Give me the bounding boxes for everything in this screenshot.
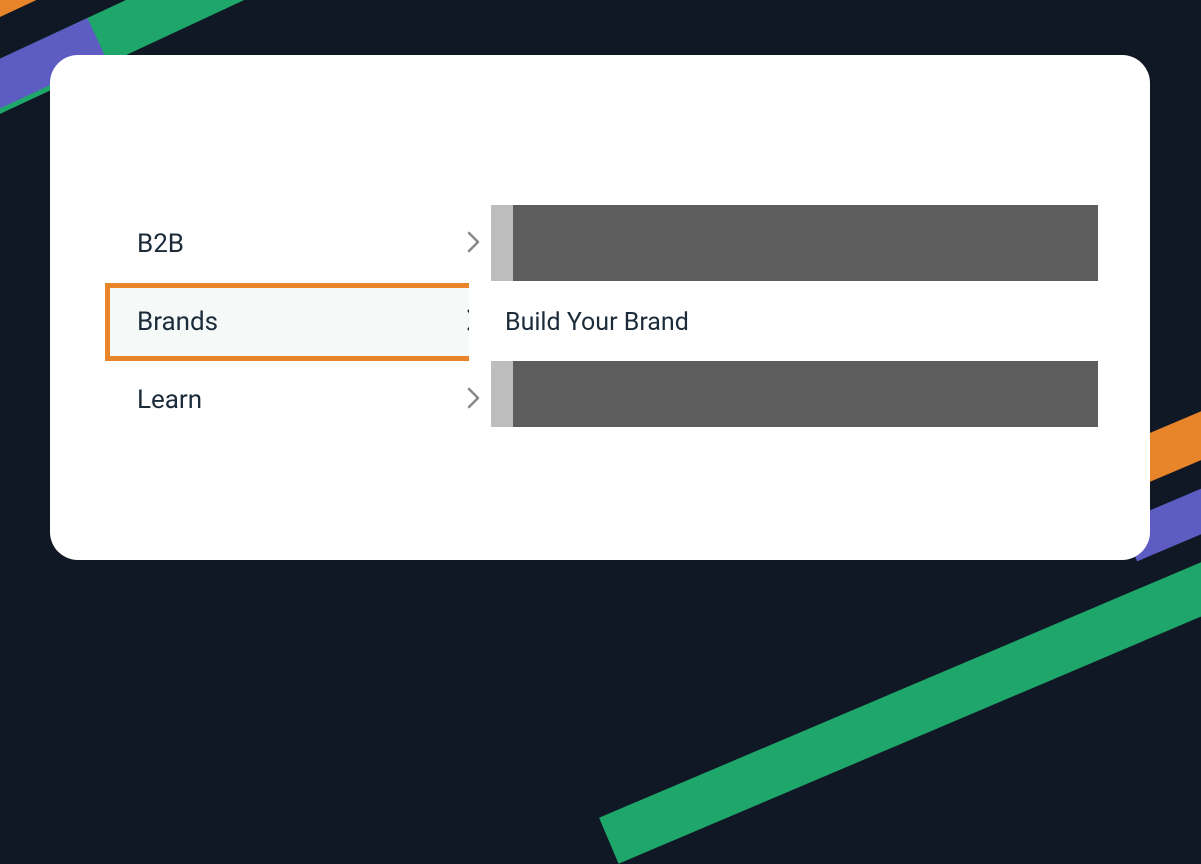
submenu-item-build-your-brand[interactable]: Build Your Brand [469, 283, 1054, 361]
submenu-placeholder [513, 361, 1098, 427]
menu-item-label: Brands [137, 307, 218, 337]
menu-item-brands[interactable]: Brands [105, 283, 505, 361]
chevron-right-icon [467, 231, 481, 258]
submenu-tab [491, 205, 513, 281]
chevron-right-icon [467, 387, 481, 414]
menu-item-label: B2B [137, 229, 184, 259]
submenu-panel: Build Your Brand [513, 205, 1098, 427]
submenu-placeholder [513, 205, 1098, 281]
menu-container: B2B Brands Learn Build Your Brand [105, 205, 1095, 439]
submenu-item-label: Build Your Brand [505, 308, 689, 337]
decorative-stripe [599, 544, 1201, 864]
menu-item-learn[interactable]: Learn [105, 361, 505, 439]
content-card: B2B Brands Learn Build Your Brand [50, 55, 1150, 560]
submenu-tab [491, 361, 513, 427]
menu-item-b2b[interactable]: B2B [105, 205, 505, 283]
menu-item-label: Learn [137, 385, 202, 415]
